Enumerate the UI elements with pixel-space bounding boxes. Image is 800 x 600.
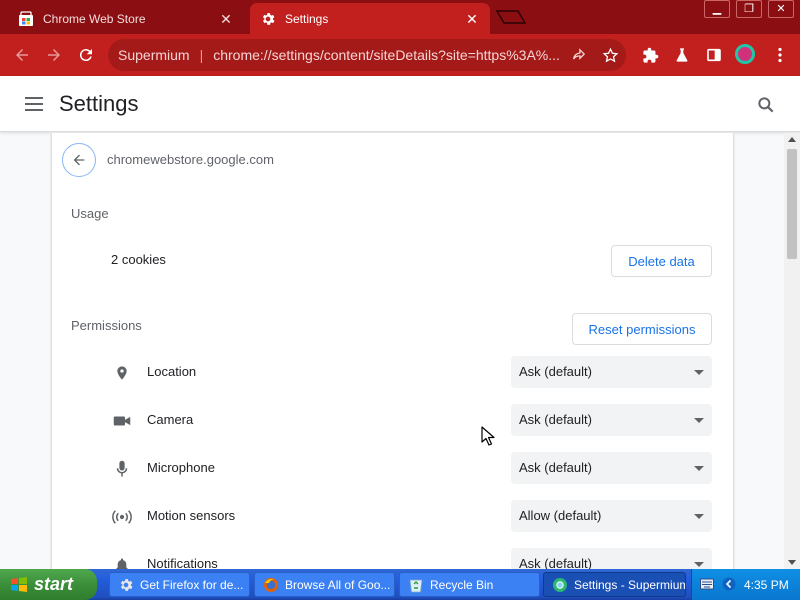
- taskbar-item-settings-supermium[interactable]: Settings - Supermium: [543, 572, 686, 597]
- omnibox-url: chrome://settings/content/siteDetails?si…: [213, 47, 560, 63]
- select-value: Ask (default): [519, 556, 592, 569]
- select-value: Ask (default): [519, 460, 592, 475]
- labs-flask-icon[interactable]: [671, 44, 693, 66]
- minimize-icon[interactable]: ▁: [704, 0, 730, 18]
- site-details-card: chromewebstore.google.com Usage 2 cookie…: [52, 133, 733, 569]
- location-pin-icon: [112, 363, 132, 383]
- site-name: chromewebstore.google.com: [107, 152, 274, 167]
- permission-label: Microphone: [147, 460, 215, 475]
- permission-row-location: Location Ask (default): [52, 356, 733, 388]
- restore-icon[interactable]: ❐: [736, 0, 762, 18]
- omnibox-separator: |: [199, 47, 204, 63]
- taskbar-item-label: Get Firefox for de...: [140, 577, 244, 592]
- notifications-permission-select[interactable]: Ask (default): [511, 548, 712, 569]
- permission-row-camera: Camera Ask (default): [52, 404, 733, 436]
- new-tab-button[interactable]: [496, 10, 526, 24]
- omnibox-site-label: Supermium: [118, 47, 190, 63]
- chevron-down-icon: [694, 418, 704, 423]
- permission-row-microphone: Microphone Ask (default): [52, 452, 733, 484]
- delete-data-button[interactable]: Delete data: [611, 245, 712, 277]
- tab-chrome-web-store[interactable]: Chrome Web Store ✕: [8, 3, 244, 34]
- scroll-down-arrow-icon[interactable]: [788, 560, 796, 565]
- page-scrollbar[interactable]: [784, 133, 800, 569]
- supermium-icon: [553, 577, 567, 592]
- profile-avatar[interactable]: [735, 44, 755, 64]
- gear-icon: [120, 578, 133, 591]
- browser-toolbar: Supermium | chrome://settings/content/si…: [0, 34, 800, 76]
- usage-heading: Usage: [71, 206, 109, 221]
- page-title: Settings: [59, 91, 139, 116]
- tab-settings[interactable]: Settings ✕: [250, 3, 490, 34]
- close-tab-icon[interactable]: ✕: [464, 11, 480, 27]
- start-label: start: [34, 574, 74, 594]
- back-button[interactable]: [62, 143, 96, 177]
- sensors-icon: [112, 507, 132, 527]
- more-menu-icon[interactable]: [769, 44, 791, 66]
- settings-content: chromewebstore.google.com Usage 2 cookie…: [0, 133, 784, 569]
- select-value: Allow (default): [519, 508, 602, 523]
- settings-header: Settings: [0, 76, 800, 132]
- chevron-down-icon: [694, 466, 704, 471]
- taskbar-item-label: Recycle Bin: [430, 577, 494, 592]
- location-permission-select[interactable]: Ask (default): [511, 356, 712, 388]
- scroll-up-arrow-icon[interactable]: [788, 137, 796, 142]
- side-panel-icon[interactable]: [703, 44, 725, 66]
- window-controls: ▁ ❐ ✕: [698, 0, 794, 18]
- camera-icon: [112, 411, 132, 431]
- permissions-heading: Permissions: [71, 318, 142, 333]
- clock: 4:35 PM: [744, 578, 789, 592]
- keyboard-icon[interactable]: [700, 578, 714, 590]
- taskbar-item-label: Browse All of Goo...: [285, 577, 391, 592]
- omnibox[interactable]: Supermium | chrome://settings/content/si…: [108, 39, 626, 71]
- close-window-icon[interactable]: ✕: [768, 0, 794, 18]
- permission-row-motion-sensors: Motion sensors Allow (default): [52, 500, 733, 532]
- permission-label: Location: [147, 364, 197, 379]
- mouse-cursor-icon: [481, 426, 495, 446]
- select-value: Ask (default): [519, 412, 592, 427]
- windows-flag-icon: [11, 576, 27, 592]
- bell-icon: [112, 555, 132, 569]
- microphone-icon: [112, 459, 132, 479]
- tray-expand-icon[interactable]: [722, 577, 736, 591]
- web-store-icon: [18, 10, 34, 27]
- microphone-permission-select[interactable]: Ask (default): [511, 452, 712, 484]
- permission-label: Notifications: [147, 556, 218, 569]
- cookies-count: 2 cookies: [111, 252, 166, 267]
- forward-arrow-icon[interactable]: [43, 44, 65, 66]
- close-tab-icon[interactable]: ✕: [218, 11, 234, 27]
- motion-sensors-permission-select[interactable]: Allow (default): [511, 500, 712, 532]
- extensions-puzzle-icon[interactable]: [639, 44, 661, 66]
- system-tray: 4:35 PM: [691, 569, 800, 600]
- tab-strip: Chrome Web Store ✕ Settings ✕ ▁ ❐ ✕: [0, 0, 800, 34]
- bookmark-star-icon[interactable]: [599, 44, 621, 66]
- hamburger-menu-icon[interactable]: [25, 97, 43, 111]
- gear-icon: [260, 11, 276, 27]
- camera-permission-select[interactable]: Ask (default): [511, 404, 712, 436]
- reload-icon[interactable]: [75, 44, 97, 66]
- taskbar-item-recycle-bin[interactable]: Recycle Bin: [399, 572, 540, 597]
- share-icon[interactable]: [567, 44, 589, 66]
- taskbar-item-label: Settings - Supermium: [574, 577, 686, 592]
- chevron-down-icon: [694, 370, 704, 375]
- permission-label: Camera: [147, 412, 194, 427]
- back-arrow-icon: [73, 154, 85, 166]
- firefox-icon: [264, 577, 278, 592]
- permission-label: Motion sensors: [147, 508, 236, 523]
- search-icon[interactable]: [756, 95, 776, 115]
- scroll-thumb[interactable]: [787, 149, 797, 259]
- tab-title: Chrome Web Store: [43, 11, 146, 26]
- select-value: Ask (default): [519, 364, 592, 379]
- permission-row-notifications: Notifications Ask (default): [52, 548, 733, 569]
- reset-permissions-button[interactable]: Reset permissions: [572, 313, 712, 345]
- back-arrow-icon[interactable]: [11, 44, 33, 66]
- taskbar-item-browse-all[interactable]: Browse All of Goo...: [254, 572, 395, 597]
- tab-title: Settings: [285, 11, 329, 26]
- chevron-down-icon: [694, 514, 704, 519]
- windows-taskbar: start Get Firefox for de... Browse All o…: [0, 569, 800, 600]
- taskbar-item-firefox-download[interactable]: Get Firefox for de...: [109, 572, 250, 597]
- recycle-bin-icon: [409, 579, 423, 592]
- start-button[interactable]: start: [0, 569, 97, 600]
- chevron-down-icon: [694, 562, 704, 567]
